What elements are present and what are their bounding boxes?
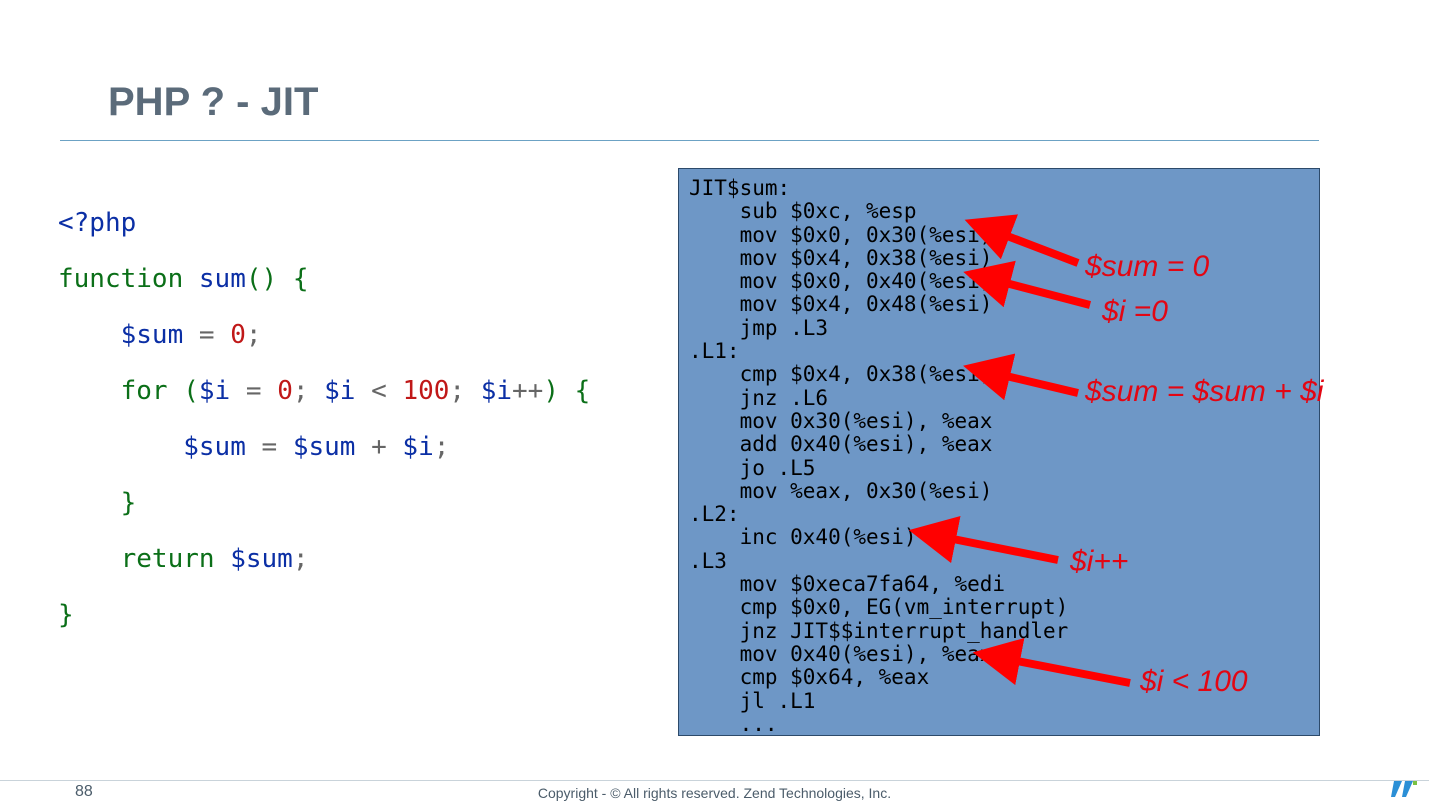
brace-close-inner: } [121,488,137,518]
brace-open: () { [246,264,309,294]
num-zero: 0 [230,320,246,350]
kw-function: function [58,264,199,294]
annot-sum-add: $sum = $sum + $i [1085,375,1323,409]
title-divider [60,140,1319,141]
annot-sum-zero: $sum = 0 [1085,250,1209,284]
asm-output-block: JIT$sum: sub $0xc, %esp mov $0x0, 0x30(%… [678,168,1320,736]
annot-i-lt: $i < 100 [1140,665,1248,699]
slide-root: PHP ? - JIT <?php function sum() { $sum … [0,0,1429,804]
kw-return: return [121,544,231,574]
zend-logo-icon [1391,778,1421,800]
slide-title: PHP ? - JIT [108,80,318,125]
brace-close-outer: } [58,600,74,630]
kw-for: for [121,376,184,406]
copyright-text: Copyright - © All rights reserved. Zend … [0,785,1429,801]
php-open-tag: <?php [58,208,136,238]
fn-name: sum [199,264,246,294]
annot-i-zero: $i =0 [1102,295,1168,329]
annot-i-inc: $i++ [1070,545,1128,579]
var-sum: $sum [121,320,184,350]
php-source-block: <?php function sum() { $sum = 0; for ($i… [58,195,590,643]
